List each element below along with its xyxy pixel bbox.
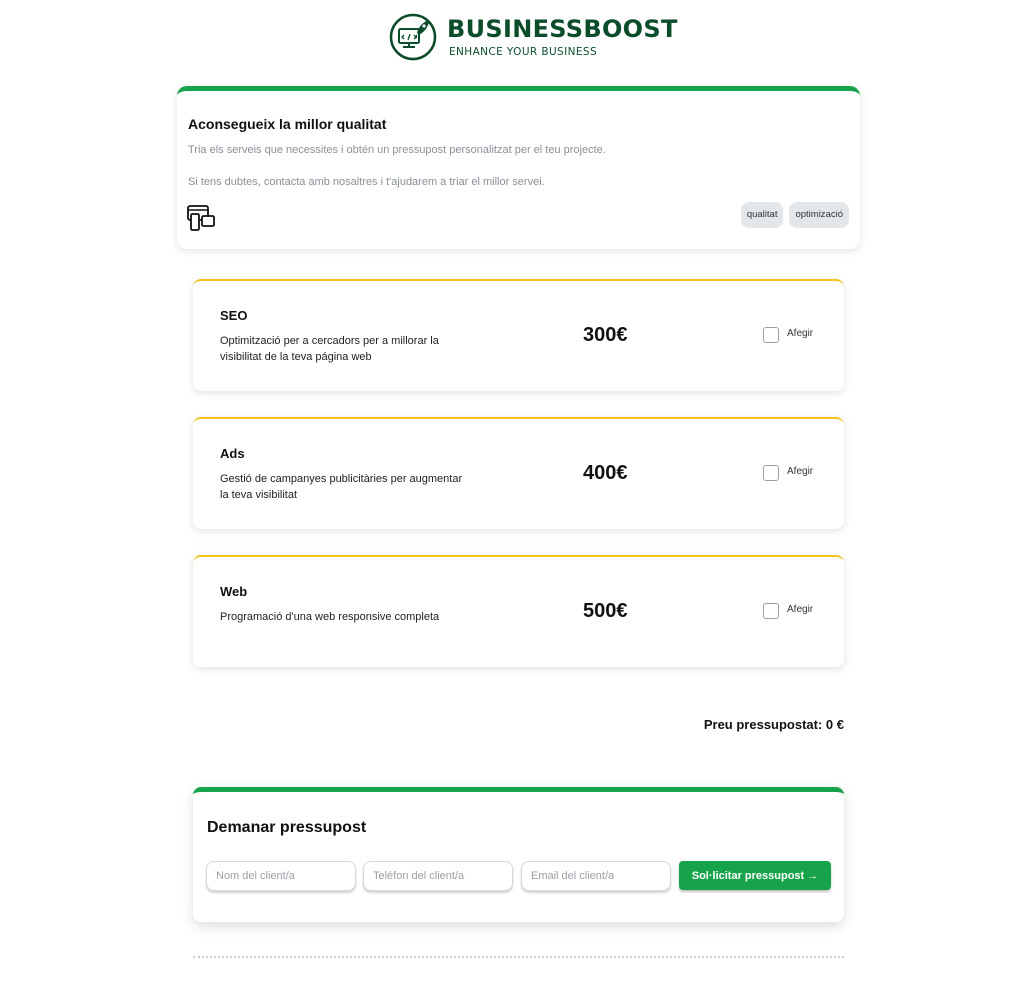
service-card-web: Web Programació d'una web responsive com…: [193, 555, 844, 667]
request-title: Demanar pressupost: [207, 819, 367, 836]
request-quote-card: Demanar pressupost Sol·licitar pressupos…: [193, 787, 844, 922]
brand-name: BUSINESSBOOST: [447, 15, 678, 43]
service-description: Programació d'una web responsive complet…: [220, 611, 440, 623]
add-seo-checkbox[interactable]: [763, 327, 779, 343]
responsive-devices-icon: [187, 205, 215, 231]
service-card-ads: Ads Gestió de campanyes publicitàries pe…: [193, 417, 844, 529]
tag: qualitat: [740, 202, 784, 228]
service-name: SEO: [220, 308, 248, 323]
budget-total: Preu pressupostat: 0 €: [703, 717, 844, 732]
request-quote-button[interactable]: Sol·licitar pressupost →: [679, 861, 831, 890]
service-name: Web: [220, 584, 248, 599]
intro-paragraph: Si tens dubtes, contacta amb nosaltres i…: [188, 176, 545, 188]
add-label[interactable]: Afegir: [787, 604, 813, 615]
intro-paragraph: Tria els serveis que necessites i obtén …: [188, 144, 606, 156]
client-phone-input[interactable]: [363, 861, 513, 891]
add-label[interactable]: Afegir: [787, 328, 813, 339]
service-name: Ads: [220, 446, 245, 461]
tag: optimizació: [789, 202, 849, 228]
add-web-checkbox[interactable]: [763, 603, 779, 619]
client-email-input[interactable]: [521, 861, 671, 891]
tag-list: qualitat optimizació: [740, 202, 849, 228]
divider: [193, 956, 844, 958]
service-price: 500€: [583, 600, 628, 622]
brand-tagline: ENHANCE YOUR BUSINESS: [449, 46, 598, 58]
rocket-monitor-icon: [389, 13, 437, 61]
add-ads-checkbox[interactable]: [763, 465, 779, 481]
service-description: Optimització per a cercadors per a millo…: [220, 335, 439, 363]
service-price: 400€: [583, 462, 628, 484]
intro-card: Aconsegueix la millor qualitat Tria els …: [177, 86, 860, 249]
add-label[interactable]: Afegir: [787, 466, 813, 477]
service-card-seo: SEO Optimització per a cercadors per a m…: [193, 279, 844, 391]
service-price: 300€: [583, 324, 628, 346]
client-name-input[interactable]: [206, 861, 356, 891]
intro-title: Aconsegueix la millor qualitat: [188, 116, 387, 132]
logo: BUSINESSBOOST ENHANCE YOUR BUSINESS: [389, 13, 678, 61]
service-description: Gestió de campanyes publicitàries per au…: [220, 473, 463, 501]
